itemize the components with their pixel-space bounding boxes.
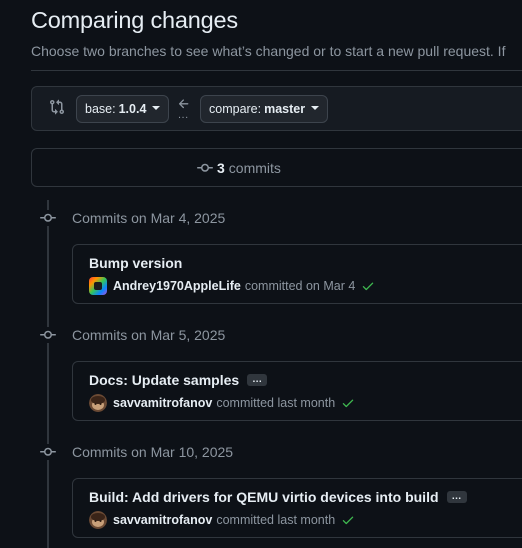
page-title: Comparing changes bbox=[31, 7, 238, 33]
compare-branch-key: compare: bbox=[209, 102, 262, 116]
git-commit-icon bbox=[40, 327, 56, 343]
commit-group-date: Commits on Mar 10, 2025 bbox=[72, 444, 234, 460]
commit-group-date: Commits on Mar 4, 2025 bbox=[72, 210, 226, 226]
check-icon[interactable] bbox=[361, 279, 375, 293]
commit-message-link[interactable]: Bump version bbox=[89, 255, 182, 271]
commits-label: commits bbox=[228, 160, 281, 176]
commit-group-date: Commits on Mar 5, 2025 bbox=[72, 327, 226, 343]
chevron-down-icon bbox=[152, 106, 161, 110]
compare-page: Comparing changes Choose two branches to… bbox=[0, 0, 522, 548]
divider bbox=[31, 70, 522, 71]
avatar[interactable] bbox=[89, 277, 107, 295]
avatar[interactable] bbox=[89, 511, 107, 529]
branch-range-selector: base: 1.0.4 ... compare: master bbox=[31, 86, 522, 131]
check-icon[interactable] bbox=[341, 396, 355, 410]
commits-count: 3 bbox=[217, 160, 225, 176]
git-commit-icon bbox=[40, 444, 56, 460]
base-branch-value: 1.0.4 bbox=[118, 102, 147, 116]
expand-message-button[interactable]: … bbox=[446, 491, 467, 503]
compare-branch-button[interactable]: compare: master bbox=[200, 95, 329, 123]
commit-message-link[interactable]: Docs: Update samples bbox=[89, 372, 239, 388]
commit-date: committed last month bbox=[216, 513, 336, 527]
check-icon[interactable] bbox=[341, 513, 355, 527]
commit-list-item: Build: Add drivers for QEMU virtio devic… bbox=[72, 478, 522, 538]
page-subtitle: Choose two branches to see what’s change… bbox=[31, 43, 506, 59]
git-compare-icon bbox=[50, 99, 65, 115]
git-commit-icon bbox=[40, 210, 56, 226]
range-dots: ... bbox=[178, 109, 189, 121]
commit-list-item: Bump version Andrey1970AppleLife committ… bbox=[72, 244, 522, 304]
compare-branch-value: master bbox=[264, 102, 306, 116]
commit-group-header: Commits on Mar 5, 2025 bbox=[40, 325, 225, 345]
base-branch-key: base: bbox=[85, 102, 116, 116]
commit-list-item: Docs: Update samples … savvamitrofanov c… bbox=[72, 361, 522, 421]
commit-author-link[interactable]: savvamitrofanov bbox=[113, 396, 212, 410]
git-commit-icon bbox=[197, 163, 213, 172]
avatar[interactable] bbox=[89, 394, 107, 412]
commit-date: committed on Mar 4 bbox=[244, 279, 356, 293]
expand-message-button[interactable]: … bbox=[247, 374, 268, 386]
commit-author-link[interactable]: Andrey1970AppleLife bbox=[113, 279, 241, 293]
commit-author-link[interactable]: savvamitrofanov bbox=[113, 513, 212, 527]
base-branch-button[interactable]: base: 1.0.4 bbox=[76, 95, 170, 123]
timeline-line bbox=[47, 200, 49, 548]
commit-group-header: Commits on Mar 4, 2025 bbox=[40, 208, 225, 228]
commit-date: committed last month bbox=[216, 396, 336, 410]
commits-summary-tab[interactable]: 3 commits bbox=[31, 148, 522, 187]
chevron-down-icon bbox=[311, 106, 320, 110]
commit-group-header: Commits on Mar 10, 2025 bbox=[40, 442, 233, 462]
commit-message-link[interactable]: Build: Add drivers for QEMU virtio devic… bbox=[89, 489, 439, 505]
